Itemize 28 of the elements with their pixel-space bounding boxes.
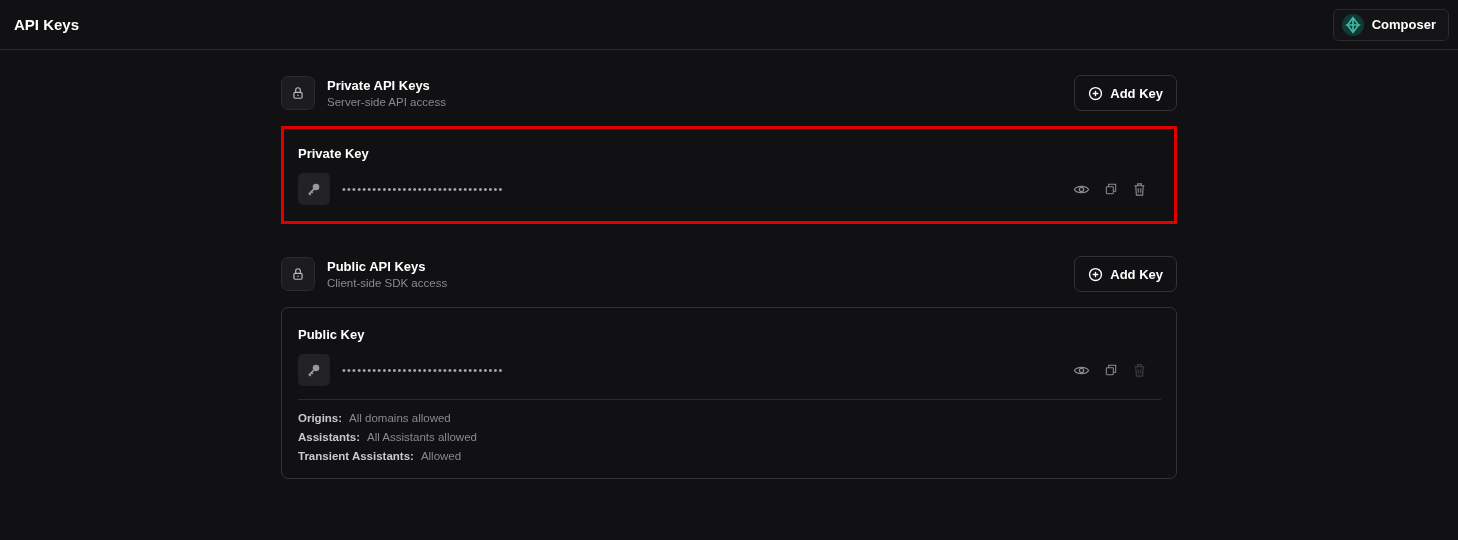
lock-icon — [281, 76, 315, 110]
key-name: Private Key — [298, 146, 370, 161]
logo-icon — [1341, 13, 1364, 36]
detail-value: All domains allowed — [349, 412, 451, 424]
detail-value: Allowed — [420, 450, 462, 462]
trash-icon[interactable] — [1132, 181, 1147, 197]
copy-icon[interactable] — [1104, 363, 1118, 377]
copy-icon[interactable] — [1104, 182, 1118, 196]
masked-key: •••••••••••••••••••••••••••••••• — [342, 364, 1073, 376]
lock-icon — [281, 257, 315, 291]
masked-key: •••••••••••••••••••••••••••••••• — [342, 183, 1073, 195]
detail-label: Assistants: — [298, 431, 360, 443]
key-icon — [298, 173, 330, 205]
add-key-button[interactable]: Add Key — [1074, 75, 1177, 111]
plus-icon — [1088, 85, 1104, 101]
section-subtitle: Server-side API access — [327, 96, 447, 108]
section-title: Public API Keys — [327, 259, 427, 274]
section-title: Private API Keys — [327, 78, 431, 93]
key-icon — [298, 354, 330, 386]
plus-icon — [1088, 266, 1104, 282]
workspace-button[interactable]: Composer — [1332, 8, 1449, 41]
key-name: Public Key — [298, 327, 366, 342]
detail-label: Transient Assistants: — [298, 450, 414, 462]
detail-value: All Assistants allowed — [367, 431, 477, 443]
detail-label: Origins: — [298, 412, 343, 424]
page-title: API Keys — [14, 16, 80, 33]
section-subtitle: Client-side SDK access — [327, 277, 449, 289]
add-key-button[interactable]: Add Key — [1074, 256, 1177, 292]
